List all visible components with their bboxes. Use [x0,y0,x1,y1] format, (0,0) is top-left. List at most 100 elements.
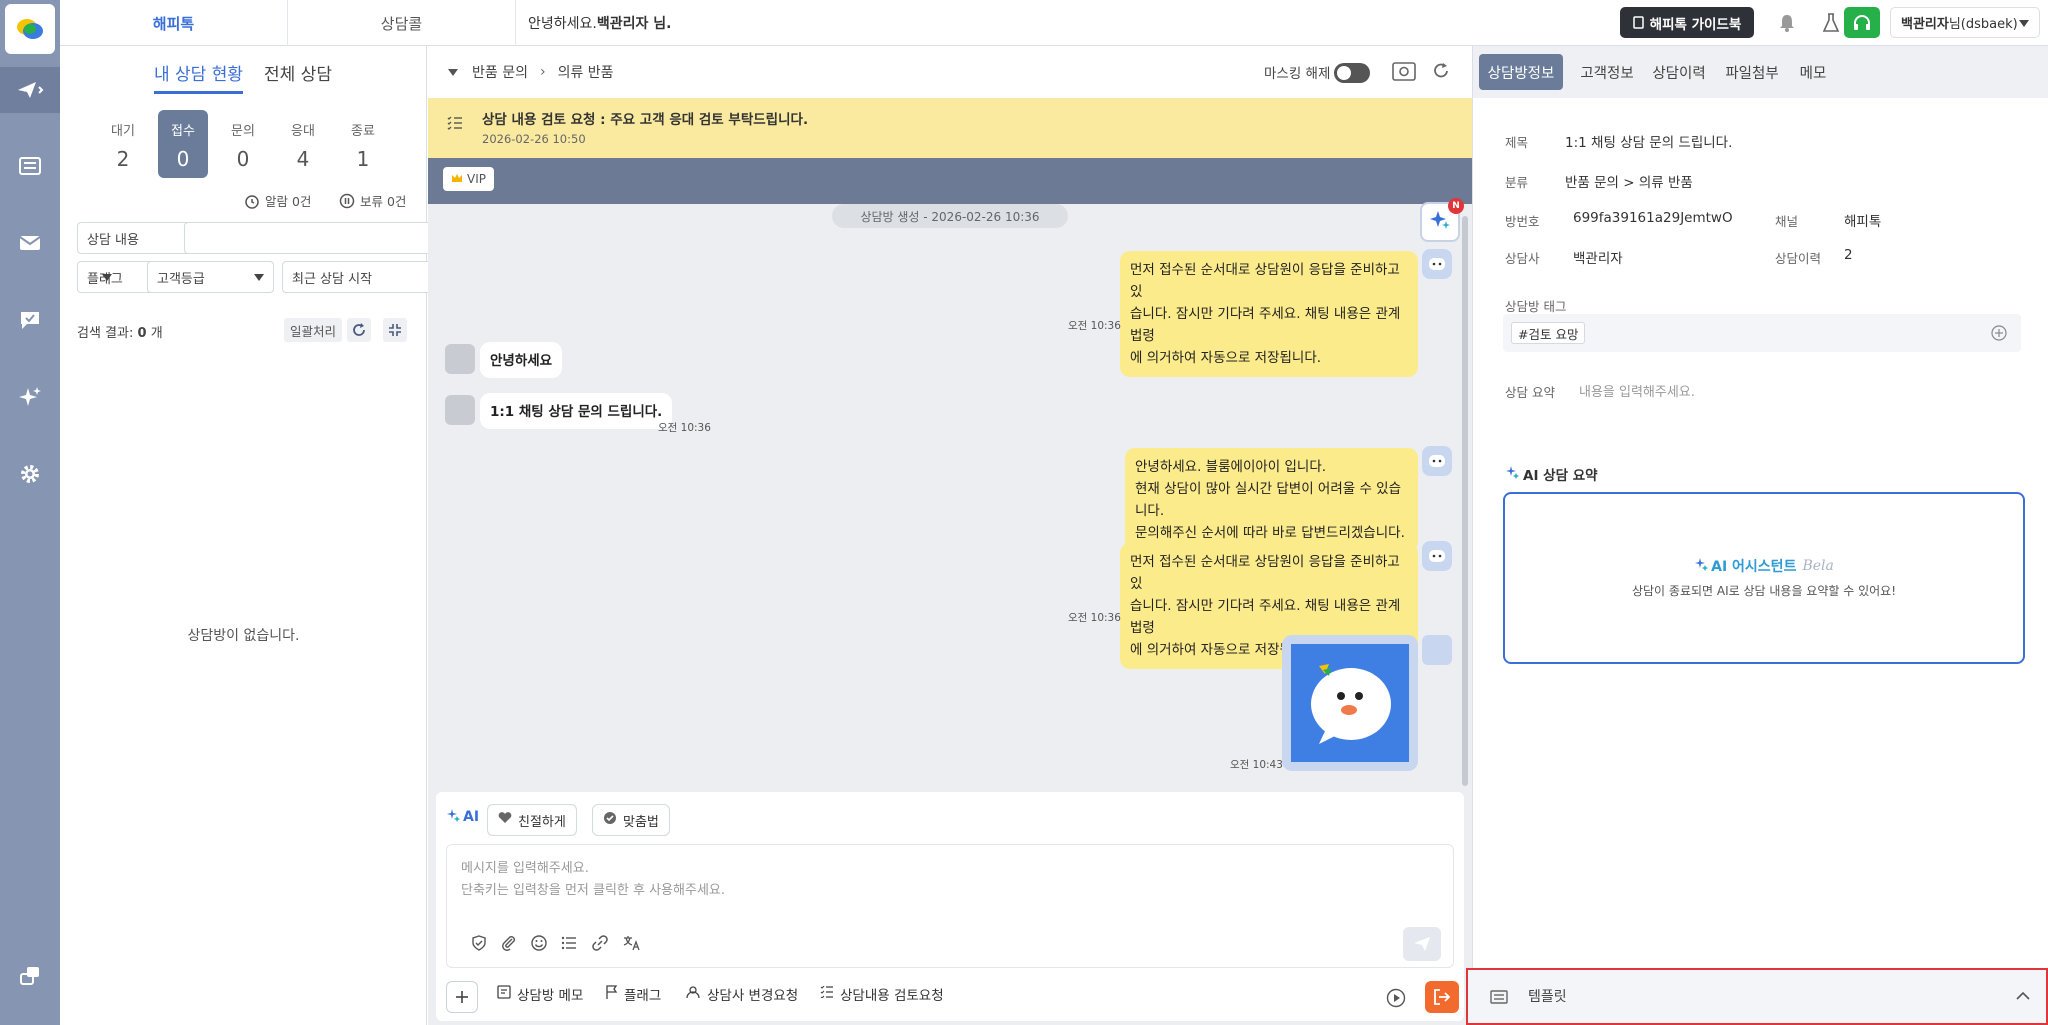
headset-icon[interactable] [1844,7,1880,38]
greeting: 안녕하세요. 백관리자 님. [528,16,672,32]
batch-process-button[interactable]: 일괄처리 [284,318,343,342]
tab-happytalk[interactable]: 해피톡 [60,0,288,46]
customer-message: 안녕하세요 [480,342,563,378]
collapse-icon[interactable] [383,318,407,342]
ai-sparkle-icon [1694,557,1709,575]
add-icon[interactable] [446,981,478,1013]
message-input[interactable]: 메시지를 입력해주세요. 단축키는 입력창을 먼저 클릭한 후 사용해주세요. [446,844,1454,968]
room-memo-button[interactable]: 상담방 메모 [497,982,583,1006]
channel-value: 해피톡 [1844,214,1882,230]
friendly-tone-button[interactable]: 친절하게 [487,804,577,836]
screenshot-icon[interactable] [1392,60,1416,86]
happytalk-logo[interactable] [5,4,55,54]
play-icon[interactable] [1386,988,1406,1012]
room-tag-label: 상담방 태그 [1505,299,1567,314]
notice-title: 상담 내용 검토 요청 : 주요 고객 응대 검토 부탁드립니다. [482,112,809,128]
message-time: 오전 10:36 [1068,320,1121,332]
popup-windows-icon[interactable] [0,953,60,999]
masking-toggle[interactable] [1334,63,1370,83]
channel-label: 채널 [1775,214,1799,229]
breadcrumb: 반품 문의 › 의류 반품 마스킹 해제 [428,46,1472,98]
tab-file-attach[interactable]: 파일첨부 [1716,54,1788,90]
chat-scrollbar[interactable] [1462,216,1468,786]
send-button[interactable] [1403,927,1441,961]
bot-avatar [1422,249,1452,279]
bot-avatar [1422,541,1452,571]
customer-avatar [445,395,475,425]
grade-filter-select[interactable]: 고객등급 [147,261,274,293]
history-label: 상담이력 [1775,251,1822,266]
chevron-up-icon[interactable] [2016,990,2030,1005]
board-icon[interactable] [0,143,60,189]
guide-book-button[interactable]: 해피톡 가이드북 [1620,7,1754,38]
message-time: 오전 10:43 [1230,759,1283,771]
tab-room-info[interactable]: 상담방정보 [1479,54,1563,90]
book-icon [1632,16,1644,29]
room-number-label: 방번호 [1505,214,1540,229]
emoji-icon[interactable] [531,935,547,955]
message-time: 오전 10:36 [658,422,711,434]
user-menu[interactable]: 백관리자 님(dsbaek) [1890,7,2040,38]
template-bar[interactable]: 템플릿 [1466,968,2048,1025]
ai-summary-desc: 상담이 종료되면 AI로 상담 내용을 요약할 수 있어요! [1631,584,1897,598]
link-icon[interactable] [591,935,609,955]
search-result: 검색 결과: 0 개 [77,326,163,341]
ai-label[interactable]: AI [446,808,479,826]
tab-memo[interactable]: 메모 [1791,54,1835,90]
summary-input[interactable]: 내용을 입력해주세요. [1579,381,1695,400]
ai-sparkle-icon[interactable] [0,374,60,420]
title-value: 1:1 채팅 상담 문의 드립니다. [1565,135,1733,151]
refresh-icon[interactable] [1432,62,1450,84]
chat-check-icon[interactable] [0,297,60,343]
tab-consult-history[interactable]: 상담이력 [1643,54,1715,90]
image-message[interactable] [1282,635,1418,771]
flag-button[interactable]: 플래그 [606,982,661,1006]
bot-message: 안녕하세요. 블룸에이아이 입니다. 현재 상담이 많아 실시간 답변이 어려울 … [1125,448,1418,552]
check-circle-icon [603,811,617,829]
search-input[interactable] [184,222,468,254]
spelling-button[interactable]: 맞춤법 [592,804,670,836]
add-tag-icon[interactable] [1991,325,2007,345]
chat-area: 반품 문의 › 의류 반품 마스킹 해제 상담 내용 검토 요청 : 주요 고객… [428,46,1472,1025]
empty-list-text: 상담방이 없습니다. [187,628,300,644]
chevron-right-icon: › [539,64,546,80]
ai-summary-heading: AI 상담 요약 [1505,464,1598,484]
room-tag[interactable]: #검토 요망 [1511,322,1586,344]
ai-assistant-button[interactable]: N [1420,198,1464,242]
alarm-count[interactable]: 알람 0건 [244,191,311,210]
translate-icon[interactable] [623,935,641,955]
tab-customer-info[interactable]: 고객정보 [1571,54,1643,90]
ai-sparkle-icon [1505,465,1519,483]
tab-consult-call[interactable]: 상담콜 [288,0,516,46]
stat-waiting[interactable]: 대기 2 [98,110,148,178]
consult-list-panel: 내 상담 현황 전체 상담 대기 2 접수 0 문의 0 응대 4 종료 1 알람 0건 … [60,46,468,1025]
exit-room-button[interactable] [1425,981,1459,1013]
flag-icon [606,985,618,1003]
stat-ended[interactable]: 종료 1 [338,110,388,178]
chevron-down-icon[interactable] [448,68,458,76]
tab-my-consults[interactable]: 내 상담 현황 [154,60,244,94]
list-icon[interactable] [561,935,577,955]
refresh-icon[interactable] [347,318,371,342]
stat-received[interactable]: 접수 0 [158,110,208,178]
stat-responding[interactable]: 응대 4 [278,110,328,178]
paperclip-icon[interactable] [501,935,517,955]
gear-icon[interactable] [0,451,60,497]
checklist-icon [447,116,463,134]
agent-avatar [1422,635,1452,665]
send-icon[interactable] [0,67,60,113]
shield-check-icon[interactable] [471,935,487,955]
stat-inquiry[interactable]: 문의 0 [218,110,268,178]
change-agent-button[interactable]: 상담사 변경요청 [685,982,798,1006]
title-label: 제목 [1505,135,1529,150]
review-request-button[interactable]: 상담내용 검토요청 [820,982,944,1006]
summary-label: 상담 요약 [1505,385,1555,400]
chevron-down-icon [102,274,112,281]
flask-icon[interactable] [1816,7,1846,38]
info-tabs: 상담방정보 고객정보 상담이력 파일첨부 메모 [1473,46,2048,98]
mail-icon[interactable] [0,220,60,266]
hold-count[interactable]: 보류 0건 [339,191,406,210]
template-list-icon [1490,990,1508,1008]
bell-icon[interactable] [1772,7,1802,38]
tab-all-consults[interactable]: 전체 상담 [264,60,332,94]
